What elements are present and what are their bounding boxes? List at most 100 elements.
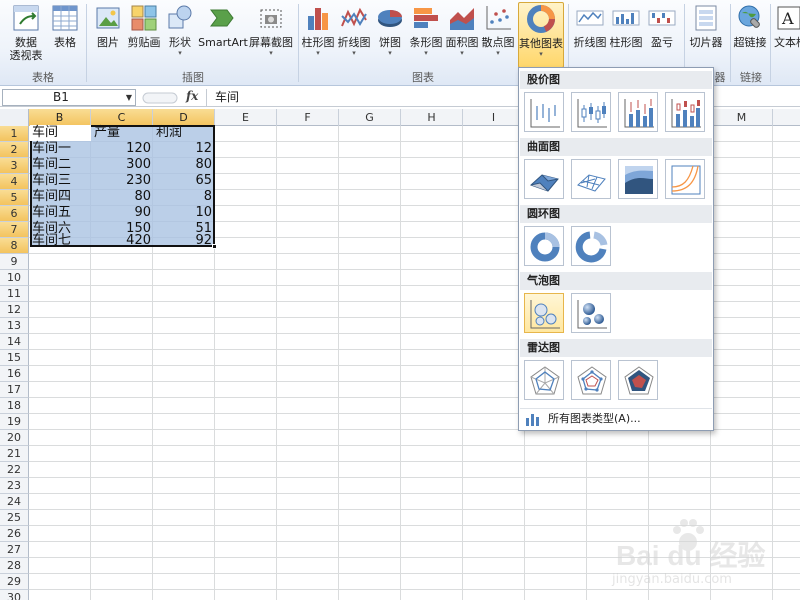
filled-radar-option[interactable]	[618, 360, 658, 400]
surface-contour-wireframe-option[interactable]	[665, 159, 705, 199]
row-header[interactable]: 9	[0, 254, 29, 270]
cell-b6[interactable]: 车间五	[30, 205, 91, 221]
stock-vohlc-option[interactable]	[665, 92, 705, 132]
column-header-f[interactable]: F	[277, 109, 339, 126]
name-box[interactable]: B1 ▼	[2, 89, 136, 106]
row-header[interactable]: 24	[0, 494, 29, 510]
row-header[interactable]: 15	[0, 350, 29, 366]
smartart-button[interactable]: SmartArt	[198, 2, 248, 66]
bubble-3d-option[interactable]	[571, 293, 611, 333]
cell-c4[interactable]: 230	[92, 173, 153, 189]
cell-b2[interactable]: 车间一	[30, 141, 91, 157]
clipart-button[interactable]: 剪贴画	[126, 2, 162, 66]
row-header[interactable]: 26	[0, 526, 29, 542]
cell-c5[interactable]: 80	[92, 189, 153, 205]
doughnut-option[interactable]	[524, 226, 564, 266]
sparkline-column-button[interactable]: 柱形图	[608, 2, 644, 66]
table-button[interactable]: 表格	[48, 2, 82, 66]
cell-d1[interactable]: 利润	[154, 125, 215, 141]
cell-d5[interactable]: 8	[154, 189, 214, 205]
radar-markers-option[interactable]	[571, 360, 611, 400]
row-header[interactable]: 25	[0, 510, 29, 526]
sparkline-winloss-button[interactable]: 盈亏	[644, 2, 680, 66]
column-header-b[interactable]: B	[29, 109, 91, 126]
sparkline-line-button[interactable]: 折线图	[572, 2, 608, 66]
stock-vhlc-option[interactable]	[618, 92, 658, 132]
screenshot-button[interactable]: 屏幕截图 ▾	[248, 2, 294, 66]
select-all-corner[interactable]	[0, 109, 29, 126]
row-header[interactable]: 28	[0, 558, 29, 574]
row-header[interactable]: 8	[0, 238, 29, 254]
slicer-button[interactable]: 切片器	[686, 2, 726, 66]
hyperlink-button[interactable]: 超链接	[732, 2, 768, 66]
radar-option[interactable]	[524, 360, 564, 400]
row-header[interactable]: 13	[0, 318, 29, 334]
cell-c1[interactable]: 产量	[92, 125, 153, 141]
cell-b4[interactable]: 车间三	[30, 173, 91, 189]
row-header[interactable]: 29	[0, 574, 29, 590]
all-chart-types-link[interactable]: 所有图表类型(A)...	[520, 408, 712, 428]
row-header[interactable]: 12	[0, 302, 29, 318]
surface-contour-option[interactable]	[618, 159, 658, 199]
cell-d2[interactable]: 12	[154, 141, 214, 157]
cell-b8[interactable]: 车间七	[30, 233, 91, 249]
row-header[interactable]: 2	[0, 142, 29, 158]
column-header-h[interactable]: H	[401, 109, 463, 126]
pie-chart-button[interactable]: 饼图 ▾	[374, 2, 406, 66]
surface-wireframe-option[interactable]	[571, 159, 611, 199]
row-header[interactable]: 30	[0, 590, 29, 600]
column-header-m[interactable]: M	[711, 109, 773, 126]
column-header-c[interactable]: C	[91, 109, 153, 126]
pivot-table-button[interactable]: 数据 透视表	[4, 2, 48, 66]
row-header[interactable]: 4	[0, 174, 29, 190]
cell-c8[interactable]: 420	[92, 233, 153, 249]
name-box-dropdown-icon[interactable]: ▼	[126, 90, 132, 105]
line-chart-button[interactable]: 折线图 ▾	[336, 2, 372, 66]
row-header[interactable]: 18	[0, 398, 29, 414]
row-header[interactable]: 6	[0, 206, 29, 222]
row-header[interactable]: 23	[0, 478, 29, 494]
other-charts-button[interactable]: 其他图表 ▾	[518, 2, 564, 68]
column-header-g[interactable]: G	[339, 109, 401, 126]
row-header[interactable]: 10	[0, 270, 29, 286]
row-header[interactable]: 11	[0, 286, 29, 302]
row-header[interactable]: 20	[0, 430, 29, 446]
exploded-doughnut-option[interactable]	[571, 226, 611, 266]
insert-function-button[interactable]: fx	[186, 89, 204, 106]
column-chart-button[interactable]: 柱形图 ▾	[300, 2, 336, 66]
scatter-chart-button[interactable]: 散点图 ▾	[480, 2, 516, 66]
column-header-i[interactable]: I	[463, 109, 525, 126]
row-header[interactable]: 14	[0, 334, 29, 350]
shapes-button[interactable]: 形状 ▾	[164, 2, 196, 66]
area-chart-button[interactable]: 面积图 ▾	[444, 2, 480, 66]
cell-d3[interactable]: 80	[154, 157, 214, 173]
column-header-d[interactable]: D	[153, 109, 215, 126]
surface-3d-option[interactable]	[524, 159, 564, 199]
row-header[interactable]: 16	[0, 366, 29, 382]
row-header[interactable]: 17	[0, 382, 29, 398]
cell-b1[interactable]: 车间	[30, 125, 91, 141]
cell-c6[interactable]: 90	[92, 205, 153, 221]
cell-d8[interactable]: 92	[154, 233, 214, 249]
cell-d4[interactable]: 65	[154, 173, 214, 189]
stock-hlc-option[interactable]	[524, 92, 564, 132]
row-header[interactable]: 22	[0, 462, 29, 478]
row-header[interactable]: 5	[0, 190, 29, 206]
row-header[interactable]: 27	[0, 542, 29, 558]
stock-ohlc-option[interactable]	[571, 92, 611, 132]
row-header[interactable]: 7	[0, 222, 29, 238]
row-header[interactable]: 3	[0, 158, 29, 174]
column-header-e[interactable]: E	[215, 109, 277, 126]
textbox-button[interactable]: A 文本框	[774, 2, 800, 66]
cell-b5[interactable]: 车间四	[30, 189, 91, 205]
fill-handle[interactable]	[212, 244, 217, 249]
cell-c2[interactable]: 120	[92, 141, 153, 157]
bar-chart-button[interactable]: 条形图 ▾	[408, 2, 444, 66]
cell-c3[interactable]: 300	[92, 157, 153, 173]
row-header[interactable]: 1	[0, 126, 29, 142]
bubble-option[interactable]	[524, 293, 564, 333]
row-header[interactable]: 21	[0, 446, 29, 462]
picture-button[interactable]: 图片	[92, 2, 124, 66]
cell-d6[interactable]: 10	[154, 205, 214, 221]
cell-b3[interactable]: 车间二	[30, 157, 91, 173]
